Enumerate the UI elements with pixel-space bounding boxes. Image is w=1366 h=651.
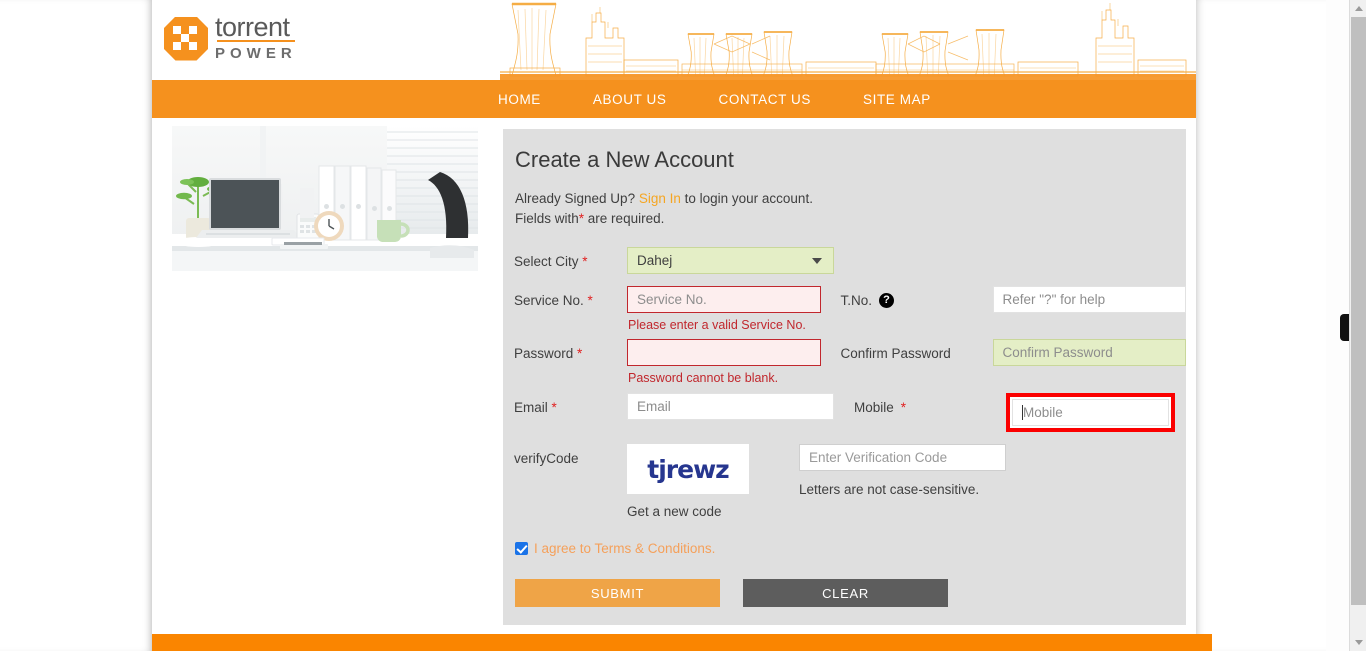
- intro-prefix: Already Signed Up?: [515, 191, 639, 206]
- office-desk-photo: [172, 126, 478, 271]
- mobile-field-focus-highlight: Mobile: [1006, 393, 1175, 432]
- scrollbar-thumb[interactable]: [1351, 17, 1366, 605]
- mobile-placeholder: Mobile: [1023, 405, 1063, 420]
- main-navigation: HOME ABOUT US CONTACT US SITE MAP: [152, 80, 1196, 118]
- site-header: torrent POWER: [152, 0, 1196, 80]
- tno-label: T.No.: [840, 293, 873, 308]
- page-body: Create a New Account Already Signed Up? …: [152, 118, 1196, 634]
- brand-name-primary: torrent: [215, 14, 297, 42]
- select-city-label: Select City *: [514, 254, 588, 269]
- service-no-label: Service No. *: [514, 293, 593, 308]
- question-mark-icon[interactable]: ?: [879, 293, 895, 308]
- required-note-prefix: Fields with: [515, 211, 579, 226]
- terms-checkbox[interactable]: [515, 542, 528, 555]
- tno-label-group: T.No. ?: [841, 286, 993, 308]
- intro-suffix: to login your account.: [680, 191, 813, 206]
- page-scrollbar[interactable]: [1349, 0, 1366, 651]
- case-sensitivity-note: Letters are not case-sensitive.: [799, 482, 980, 497]
- nav-item-home[interactable]: HOME: [476, 92, 567, 107]
- nav-item-site-map[interactable]: SITE MAP: [837, 92, 957, 107]
- verification-code-input[interactable]: Enter Verification Code: [799, 444, 1006, 471]
- browser-viewport: torrent POWER HOME ABOUT US CONTACT US S…: [0, 0, 1366, 651]
- page-gutter-right: [1196, 0, 1326, 651]
- service-no-input[interactable]: Service No.: [627, 286, 821, 313]
- power-plant-skyline-illustration: [500, 2, 1196, 80]
- password-label: Password *: [514, 346, 583, 361]
- confirm-password-label: Confirm Password: [840, 346, 951, 361]
- submit-button[interactable]: SUBMIT: [515, 579, 720, 607]
- nav-item-about-us[interactable]: ABOUT US: [567, 92, 693, 107]
- password-input[interactable]: [627, 339, 821, 366]
- site-container: torrent POWER HOME ABOUT US CONTACT US S…: [152, 0, 1196, 651]
- row-email-mobile: Email * Email Mobile * Mobile: [514, 393, 1186, 432]
- tno-input[interactable]: Refer "?" for help: [992, 286, 1186, 313]
- password-error: Password cannot be blank.: [628, 371, 779, 385]
- form-actions: SUBMIT CLEAR: [514, 579, 1186, 607]
- page-gutter-left: [0, 0, 152, 651]
- get-new-code-link[interactable]: Get a new code: [627, 504, 749, 519]
- captcha-block: tjrewz Get a new code: [627, 444, 749, 519]
- chevron-down-icon: [812, 257, 822, 264]
- registration-form: Select City * Dahej Service No. * Servic…: [514, 247, 1186, 607]
- panel-intro: Already Signed Up? Sign In to login your…: [514, 189, 1186, 229]
- scroll-down-arrow-icon[interactable]: [1350, 634, 1366, 651]
- sign-in-link[interactable]: Sign In: [639, 191, 681, 206]
- row-service-no: Service No. * Service No. T.No. ? Refer …: [514, 286, 1186, 313]
- brand-logo[interactable]: torrent POWER: [164, 14, 297, 63]
- clear-button[interactable]: CLEAR: [743, 579, 948, 607]
- select-city-value: Dahej: [637, 253, 673, 268]
- captcha-image: tjrewz: [627, 444, 749, 494]
- row-select-city: Select City * Dahej: [514, 247, 1186, 274]
- scroll-up-arrow-icon[interactable]: [1350, 0, 1366, 17]
- required-note-suffix: are required.: [584, 211, 665, 226]
- brand-name-secondary: POWER: [215, 45, 297, 62]
- brand-logo-text: torrent POWER: [215, 14, 297, 63]
- terms-agreement: I agree to Terms & Conditions.: [514, 541, 1186, 556]
- mobile-label: Mobile *: [854, 400, 907, 415]
- row-password: Password * Confirm Password Confirm Pass…: [514, 339, 1186, 366]
- torrent-logo-mark-icon: [164, 16, 208, 61]
- email-input[interactable]: Email: [627, 393, 834, 420]
- terms-label[interactable]: I agree to Terms & Conditions.: [534, 541, 715, 556]
- email-label: Email *: [514, 400, 557, 415]
- create-account-panel: Create a New Account Already Signed Up? …: [503, 129, 1186, 625]
- nav-item-contact-us[interactable]: CONTACT US: [692, 92, 837, 107]
- page-title: Create a New Account: [515, 147, 734, 172]
- verify-code-label: verifyCode: [514, 451, 579, 466]
- service-no-error: Please enter a valid Service No.: [628, 318, 806, 332]
- select-city-dropdown[interactable]: Dahej: [627, 247, 834, 274]
- confirm-password-input[interactable]: Confirm Password: [992, 339, 1186, 366]
- edge-side-tab[interactable]: [1340, 314, 1349, 341]
- verify-input-block: Enter Verification Code Letters are not …: [799, 444, 1006, 497]
- mobile-input[interactable]: Mobile: [1012, 399, 1169, 426]
- row-verify-code: verifyCode tjrewz Get a new code Enter V…: [514, 444, 1186, 519]
- footer-bar: [152, 634, 1212, 651]
